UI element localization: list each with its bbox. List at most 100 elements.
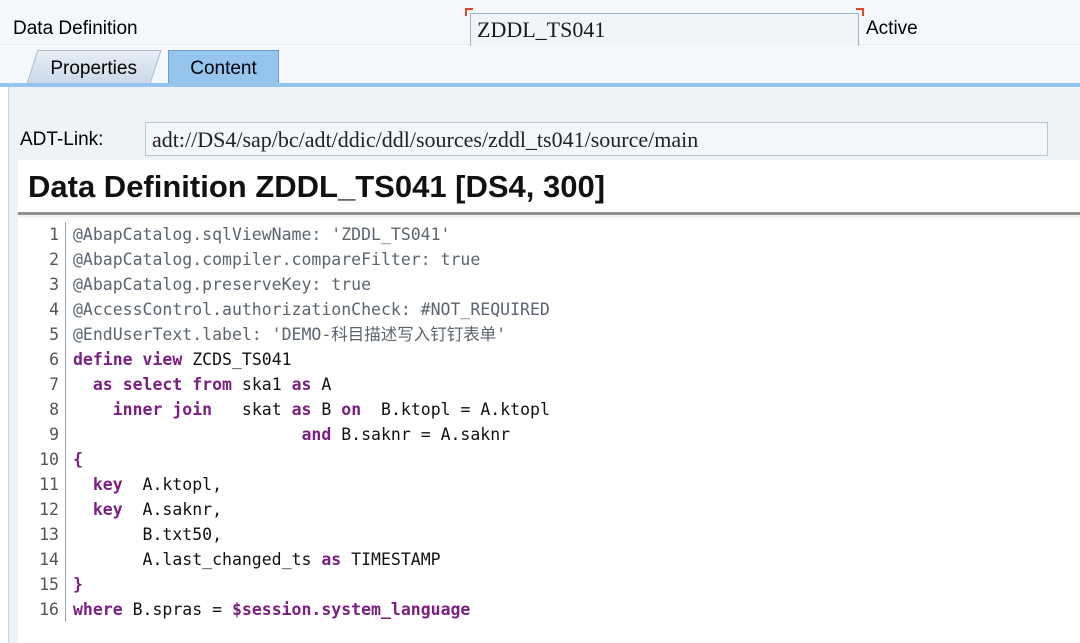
code-line: 15}: [18, 572, 1080, 597]
code-text: inner join skat as B on B.ktopl = A.ktop…: [73, 397, 550, 422]
code-token: and: [301, 425, 332, 444]
code-text: B.txt50,: [73, 522, 222, 547]
code-token: }: [73, 575, 83, 594]
code-line: 16 where B.spras = $session.system_langua…: [18, 597, 1080, 622]
editor-title: Data Definition ZDDL_TS041 [DS4, 300]: [28, 169, 606, 204]
code-token: A: [311, 375, 332, 394]
gutter-separator: [65, 497, 66, 522]
focus-corner-top-left: [465, 8, 473, 16]
tab-properties[interactable]: Properties: [26, 50, 162, 84]
code-text: and B.saknr = A.saknr: [73, 422, 510, 447]
code-editor[interactable]: 1 @AbapCatalog.sqlViewName: 'ZDDL_TS041' 2…: [18, 218, 1080, 643]
line-number: 1: [49, 225, 59, 244]
gutter-separator: [65, 322, 66, 347]
tab-content[interactable]: Content: [168, 50, 279, 84]
line-number: 15: [39, 575, 59, 594]
object-name-field[interactable]: ZDDL_TS041: [470, 13, 859, 47]
code-token: A.saknr,: [122, 500, 223, 519]
adt-link-label: ADT-Link:: [20, 129, 104, 150]
line-number: 3: [49, 275, 59, 294]
code-text: @AccessControl.authorizationCheck: #NOT_…: [73, 297, 550, 322]
code-token: key: [92, 475, 123, 494]
code-token: {: [73, 450, 83, 469]
code-line: 13 B.txt50,: [18, 522, 1080, 547]
code-text: key A.saknr,: [73, 497, 222, 522]
code-token: from: [192, 375, 232, 394]
code-text: where B.spras = $session.system_language: [73, 597, 470, 622]
code-text: as select from ska1 as A: [73, 372, 331, 397]
gutter-separator: [65, 522, 66, 547]
gutter-separator: [65, 372, 66, 397]
gutter-separator: [65, 397, 66, 422]
gutter-separator: [65, 447, 66, 472]
code-token: skat: [212, 400, 292, 419]
code-line: 1 @AbapCatalog.sqlViewName: 'ZDDL_TS041': [18, 222, 1080, 247]
code-line: 8 inner join skat as B on B.ktopl = A.kt…: [18, 397, 1080, 422]
code-line: 12 key A.saknr,: [18, 497, 1080, 522]
code-line: 5 @EndUserText.label: 'DEMO-科目描述写入钉钉表单': [18, 322, 1080, 347]
line-number: 14: [39, 550, 59, 569]
gutter-separator: [65, 422, 66, 447]
code-token: @AbapCatalog.compiler.compareFilter: tru…: [73, 250, 481, 269]
code-text: define view ZCDS_TS041: [73, 347, 292, 372]
gutter-separator: [65, 247, 66, 272]
gutter-separator: [65, 572, 66, 597]
line-number: 9: [49, 425, 59, 444]
code-token: B.saknr = A.saknr: [331, 425, 511, 444]
code-token: B.spras =: [122, 600, 232, 619]
code-token: as: [321, 550, 342, 569]
line-number: 16: [39, 600, 59, 619]
code-token: where: [73, 600, 123, 619]
line-number: 13: [39, 525, 59, 544]
code-token: as: [291, 375, 312, 394]
code-token: ZCDS_TS041: [182, 350, 292, 369]
line-number: 2: [49, 250, 59, 269]
code-text: @EndUserText.label: 'DEMO-科目描述写入钉钉表单': [73, 322, 506, 347]
code-token: inner: [112, 400, 163, 419]
code-token: join: [172, 400, 213, 419]
code-token: B.txt50,: [73, 525, 223, 544]
code-line: 10 {: [18, 447, 1080, 472]
gutter-separator: [65, 347, 66, 372]
line-number: 4: [49, 300, 59, 319]
code-token: B: [311, 400, 342, 419]
gutter-separator: [65, 272, 66, 297]
gutter-separator: [65, 297, 66, 322]
line-number: 7: [49, 375, 59, 394]
code-text: key A.ktopl,: [73, 472, 222, 497]
line-number: 12: [39, 500, 59, 519]
code-token: @AccessControl.authorizationCheck: #NOT_…: [73, 300, 550, 319]
code-token: as: [291, 400, 312, 419]
code-token: as: [92, 375, 113, 394]
code-token: A.last_changed_ts: [73, 550, 322, 569]
code-line: 7 as select from ska1 as A: [18, 372, 1080, 397]
code-token: define: [73, 350, 133, 369]
code-token: ska1: [231, 375, 292, 394]
code-line: 6 define view ZCDS_TS041: [18, 347, 1080, 372]
line-number: 5: [49, 325, 59, 344]
line-number: 10: [39, 450, 59, 469]
code-text: @AbapCatalog.sqlViewName: 'ZDDL_TS041': [73, 222, 451, 247]
status-label: Active: [866, 18, 918, 39]
line-number: 8: [49, 400, 59, 419]
focus-corner-top-right: [856, 8, 864, 16]
adt-link-field[interactable]: adt://DS4/sap/bc/adt/ddic/ddl/sources/zd…: [145, 122, 1048, 156]
code-token: TIMESTAMP: [341, 550, 441, 569]
gutter-separator: [65, 472, 66, 497]
object-type-label: Data Definition: [13, 18, 138, 39]
code-token: @EndUserText.label: 'DEMO-科目描述写入钉钉表单': [73, 325, 507, 344]
code-text: @AbapCatalog.compiler.compareFilter: tru…: [73, 247, 480, 272]
code-line: 3 @AbapCatalog.preserveKey: true: [18, 272, 1080, 297]
tab-properties-label: Properties: [50, 58, 137, 79]
code-line: 11 key A.ktopl,: [18, 472, 1080, 497]
code-token: B.ktopl = A.ktopl: [361, 400, 550, 419]
gutter-separator: [65, 222, 66, 247]
